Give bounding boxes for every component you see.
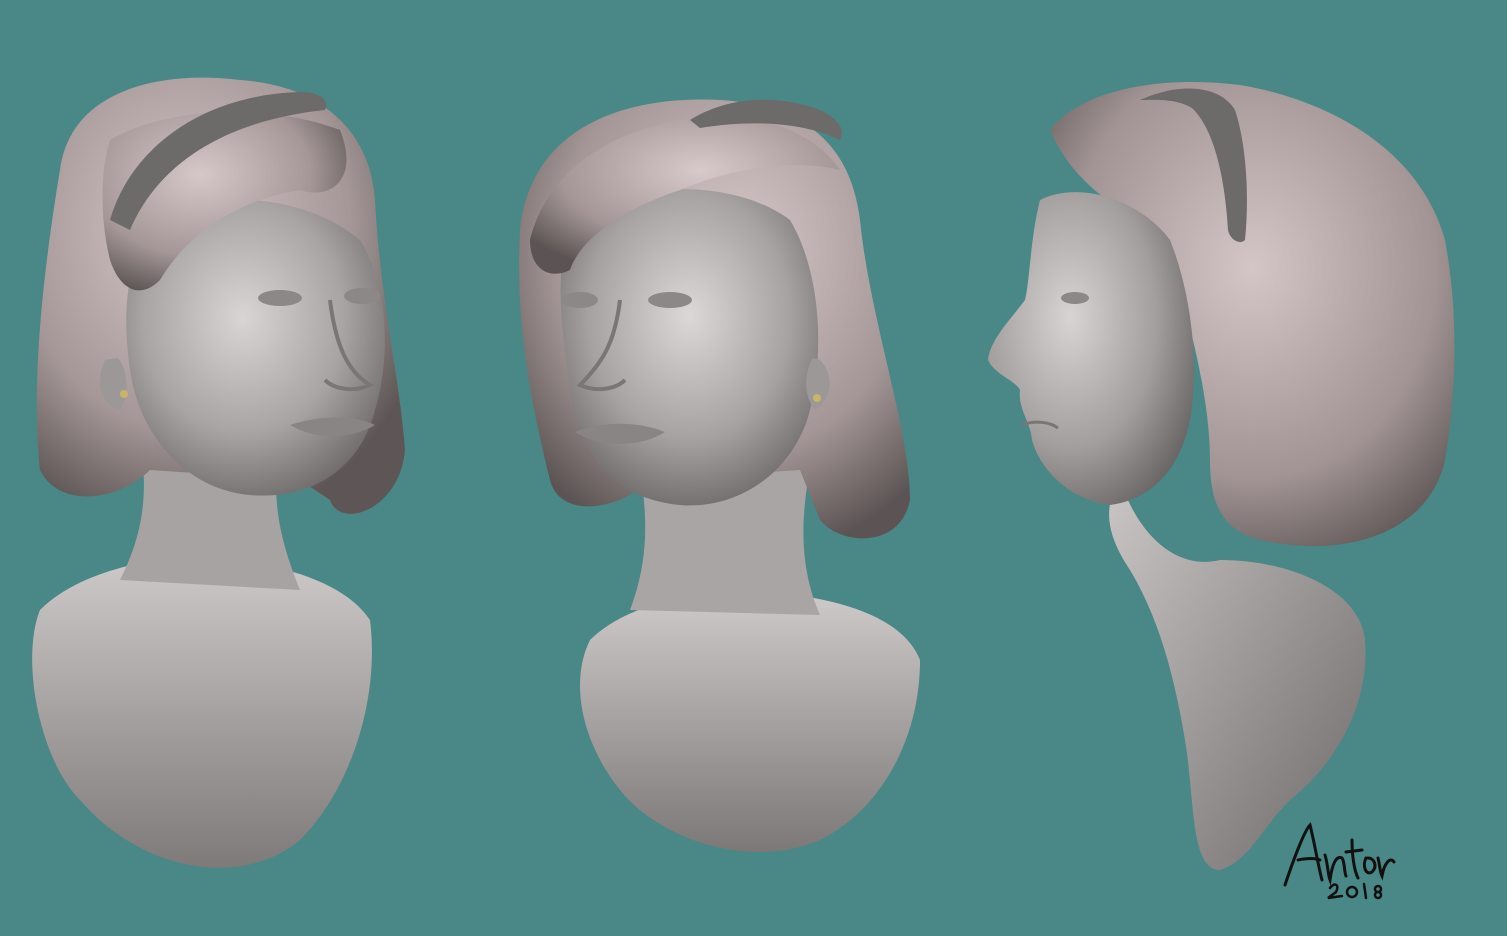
- bust-three-quarter-left-render: [32, 77, 406, 868]
- bust-three-quarter-front: [480, 0, 960, 936]
- artist-signature: [1283, 822, 1396, 900]
- bust-three-quarter-front-render: [519, 99, 920, 852]
- bust-three-quarter-left: [0, 0, 440, 936]
- bust-profile-right-render: [988, 82, 1455, 870]
- bust-profile-right: [960, 0, 1507, 936]
- sculpt-canvas: [0, 0, 1507, 936]
